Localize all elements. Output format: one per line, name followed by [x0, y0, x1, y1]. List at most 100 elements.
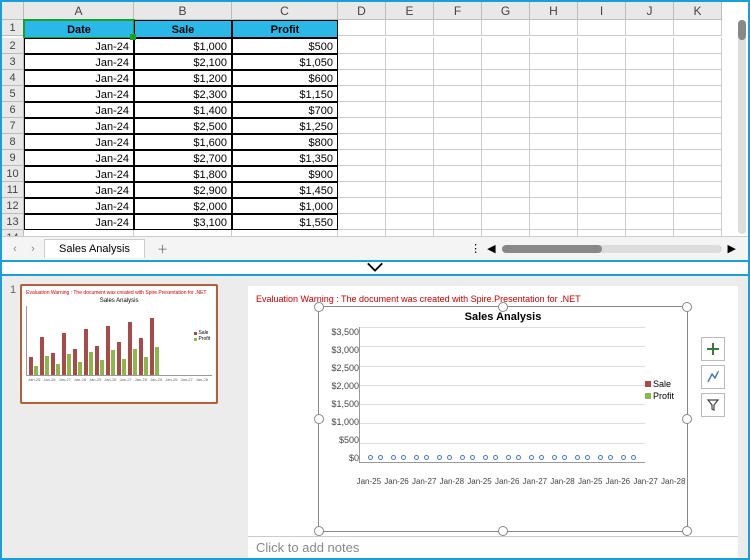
row-header[interactable]: 3 [2, 54, 24, 70]
cell[interactable] [434, 20, 482, 36]
resize-handle[interactable] [682, 414, 692, 424]
cell[interactable] [434, 118, 482, 134]
column-header[interactable]: C [232, 2, 338, 20]
resize-handle[interactable] [682, 526, 692, 536]
cell[interactable] [530, 166, 578, 182]
cell[interactable] [434, 166, 482, 182]
cell[interactable] [434, 214, 482, 230]
cell[interactable] [674, 102, 722, 118]
cell[interactable] [386, 102, 434, 118]
cell[interactable] [482, 38, 530, 54]
cell[interactable] [674, 20, 722, 36]
cell[interactable]: Profit [232, 20, 338, 38]
pane-divider[interactable] [2, 262, 748, 276]
cell[interactable]: $2,300 [134, 86, 232, 102]
scroll-left-icon[interactable]: ◀ [487, 242, 495, 255]
cell[interactable] [482, 70, 530, 86]
column-header[interactable]: D [338, 2, 386, 20]
column-header[interactable]: B [134, 2, 232, 20]
cell[interactable]: $500 [232, 38, 338, 54]
cell[interactable] [674, 182, 722, 198]
cell[interactable] [482, 198, 530, 214]
cell[interactable]: Jan-24 [24, 38, 134, 54]
column-header[interactable]: J [626, 2, 674, 20]
cell[interactable] [434, 70, 482, 86]
cell[interactable]: $700 [232, 102, 338, 118]
resize-handle[interactable] [682, 302, 692, 312]
cell[interactable] [674, 166, 722, 182]
row-header[interactable]: 2 [2, 38, 24, 54]
cell[interactable] [626, 54, 674, 70]
cell[interactable] [386, 182, 434, 198]
cell[interactable] [482, 102, 530, 118]
add-sheet-button[interactable]: ＋ [147, 241, 178, 257]
cell[interactable] [386, 118, 434, 134]
cell[interactable] [434, 102, 482, 118]
cell[interactable] [338, 150, 386, 166]
cell[interactable] [626, 134, 674, 150]
cell[interactable]: $1,350 [232, 150, 338, 166]
cell[interactable]: $1,000 [134, 38, 232, 54]
cell[interactable]: Jan-24 [24, 54, 134, 70]
cell[interactable] [338, 118, 386, 134]
cell[interactable]: $1,200 [134, 70, 232, 86]
chart-object[interactable]: Sales Analysis $3,500$3,000$2,500$2,000$… [318, 306, 688, 532]
notes-pane[interactable]: Click to add notes [248, 536, 738, 558]
row-header[interactable]: 7 [2, 118, 24, 134]
chart-filter-button[interactable] [701, 393, 725, 417]
next-sheet-button[interactable]: › [24, 240, 42, 258]
row-header[interactable]: 5 [2, 86, 24, 102]
cell[interactable] [482, 118, 530, 134]
cell[interactable] [578, 86, 626, 102]
cell[interactable] [578, 118, 626, 134]
cell[interactable]: Sale [134, 20, 232, 38]
cell[interactable]: $2,500 [134, 118, 232, 134]
cell[interactable] [434, 150, 482, 166]
cell[interactable] [338, 54, 386, 70]
cell[interactable] [386, 54, 434, 70]
cell[interactable] [674, 198, 722, 214]
cell[interactable] [482, 54, 530, 70]
cell[interactable]: $1,250 [232, 118, 338, 134]
cell[interactable] [626, 70, 674, 86]
cell[interactable] [674, 118, 722, 134]
cell[interactable] [578, 102, 626, 118]
selection-handle[interactable] [130, 34, 136, 40]
cell[interactable] [386, 70, 434, 86]
cell[interactable] [482, 134, 530, 150]
cell[interactable] [674, 38, 722, 54]
cell[interactable] [530, 134, 578, 150]
cell[interactable] [386, 134, 434, 150]
cell[interactable] [578, 70, 626, 86]
cell[interactable] [386, 150, 434, 166]
cell[interactable]: $2,000 [134, 198, 232, 214]
cell[interactable] [530, 70, 578, 86]
cell[interactable] [530, 214, 578, 230]
cell[interactable]: $2,700 [134, 150, 232, 166]
cell[interactable] [674, 214, 722, 230]
row-header[interactable]: 12 [2, 198, 24, 214]
row-header[interactable]: 10 [2, 166, 24, 182]
column-header[interactable]: K [674, 2, 722, 20]
column-header[interactable]: G [482, 2, 530, 20]
cell[interactable]: $3,100 [134, 214, 232, 230]
cell[interactable]: Jan-24 [24, 182, 134, 198]
cell[interactable] [434, 54, 482, 70]
cell[interactable] [530, 38, 578, 54]
cell[interactable] [482, 20, 530, 36]
cell[interactable] [338, 166, 386, 182]
resize-handle[interactable] [314, 414, 324, 424]
cell[interactable]: $2,900 [134, 182, 232, 198]
cell[interactable]: $1,800 [134, 166, 232, 182]
cell[interactable] [338, 70, 386, 86]
cell[interactable]: Jan-24 [24, 70, 134, 86]
cell[interactable] [434, 198, 482, 214]
cell[interactable] [626, 20, 674, 36]
row-header[interactable]: 1 [2, 20, 24, 36]
cell[interactable]: $1,550 [232, 214, 338, 230]
cell[interactable] [626, 198, 674, 214]
cell[interactable]: Jan-24 [24, 214, 134, 230]
cell[interactable] [626, 86, 674, 102]
prev-sheet-button[interactable]: ‹ [6, 240, 24, 258]
cell[interactable] [386, 20, 434, 36]
